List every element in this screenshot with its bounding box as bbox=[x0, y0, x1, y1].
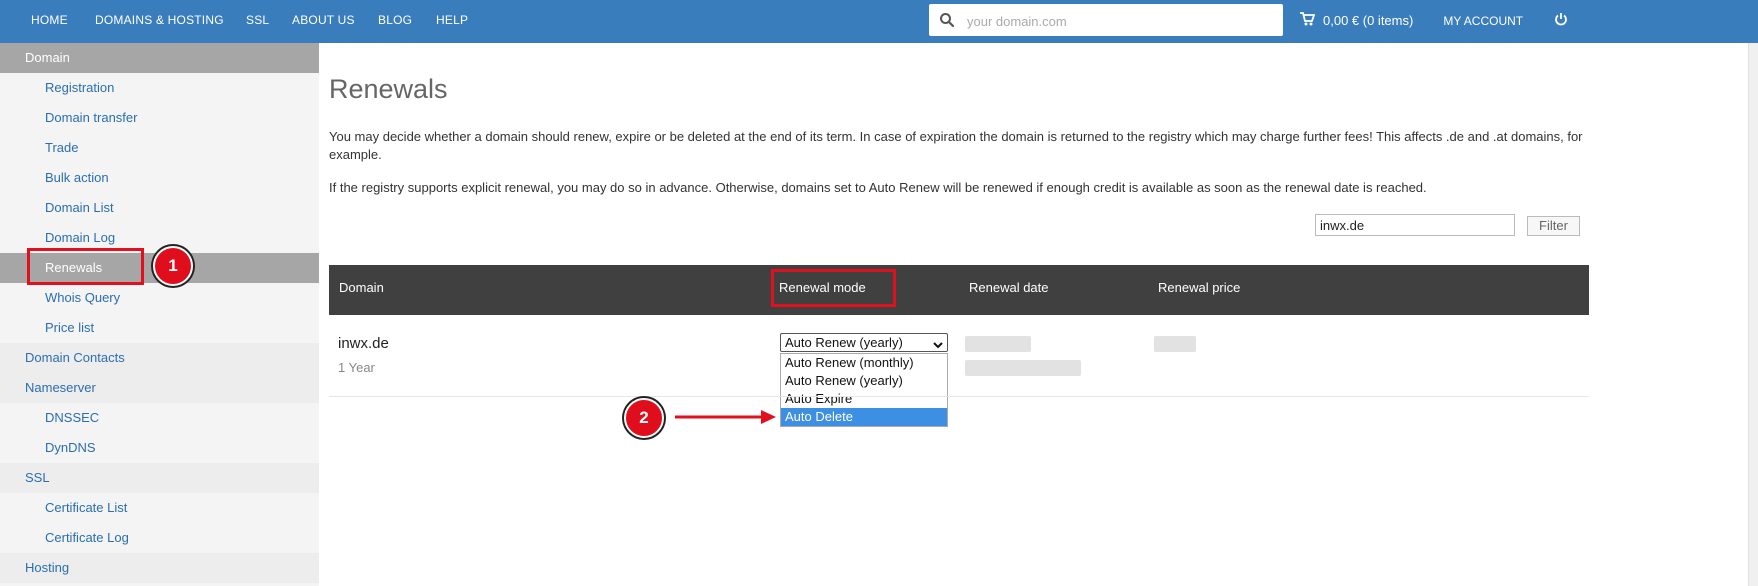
page-scrollbar[interactable] bbox=[1748, 43, 1758, 586]
cart-link[interactable]: 0,00 € (0 items) MY ACCOUNT bbox=[1300, 12, 1523, 29]
sidebar-item-price-list[interactable]: Price list bbox=[0, 313, 319, 343]
domain-search-box bbox=[929, 4, 1283, 36]
renewal-mode-selected-value: Auto Renew (yearly) bbox=[785, 335, 903, 350]
annotation-badge-1: 1 bbox=[153, 246, 193, 286]
domain-search-input[interactable] bbox=[965, 9, 1269, 33]
sidebar-item-dnssec[interactable]: DNSSEC bbox=[0, 403, 319, 433]
row-domain-term: 1 Year bbox=[338, 360, 375, 375]
filter-button[interactable]: Filter bbox=[1527, 216, 1580, 236]
nav-about-link[interactable]: ABOUT US bbox=[292, 13, 355, 27]
nav-domains-hosting-link[interactable]: DOMAINS & HOSTING bbox=[95, 13, 224, 27]
search-icon[interactable] bbox=[939, 12, 955, 33]
column-header-domain: Domain bbox=[339, 280, 384, 295]
sidebar-item-certificate-log[interactable]: Certificate Log bbox=[0, 523, 319, 553]
sidebar-item-registration[interactable]: Registration bbox=[0, 73, 319, 103]
nav-blog-link[interactable]: BLOG bbox=[378, 13, 412, 27]
chevron-down-icon bbox=[933, 337, 943, 354]
renewal-mode-dropdown: Auto Renew (monthly) Auto Renew (yearly)… bbox=[780, 353, 948, 427]
annotation-arrow-icon bbox=[675, 410, 776, 424]
row-domain-name: inwx.de bbox=[338, 335, 389, 352]
renewal-info-paragraph: If the registry supports explicit renewa… bbox=[329, 180, 1427, 195]
sidebar-item-certificate-list[interactable]: Certificate List bbox=[0, 493, 319, 523]
power-icon[interactable] bbox=[1554, 12, 1568, 31]
column-header-renewal-price: Renewal price bbox=[1158, 280, 1241, 295]
option-auto-renew-monthly[interactable]: Auto Renew (monthly) bbox=[781, 354, 947, 372]
sidebar-section-nameserver[interactable]: Nameserver bbox=[0, 373, 319, 403]
sidebar-item-trade[interactable]: Trade bbox=[0, 133, 319, 163]
sidebar-item-domain-list[interactable]: Domain List bbox=[0, 193, 319, 223]
top-navigation-bar: HOME DOMAINS & HOSTING SSL ABOUT US BLOG… bbox=[0, 0, 1758, 43]
renewal-date-redacted bbox=[965, 336, 1031, 352]
annotation-box-renewals bbox=[27, 248, 144, 285]
sidebar-section-ssl[interactable]: SSL bbox=[0, 463, 319, 493]
filter-input[interactable] bbox=[1315, 214, 1515, 236]
sidebar-section-hosting[interactable]: Hosting bbox=[0, 553, 319, 583]
my-account-link[interactable]: MY ACCOUNT bbox=[1443, 14, 1523, 28]
renewal-date-detail-redacted bbox=[965, 360, 1081, 376]
option-auto-renew-yearly[interactable]: Auto Renew (yearly) bbox=[781, 372, 947, 390]
sidebar-item-whois-query[interactable]: Whois Query bbox=[0, 283, 319, 313]
sidebar-item-dyndns[interactable]: DynDNS bbox=[0, 433, 319, 463]
nav-home-link[interactable]: HOME bbox=[31, 13, 68, 27]
option-auto-expire[interactable]: Auto Expire bbox=[781, 390, 947, 408]
cart-icon bbox=[1300, 12, 1316, 29]
nav-help-link[interactable]: HELP bbox=[436, 13, 468, 27]
sidebar: Domain Registration Domain transfer Trad… bbox=[0, 43, 319, 586]
annotation-box-renewal-mode bbox=[771, 269, 896, 307]
sidebar-section-domain-contacts[interactable]: Domain Contacts bbox=[0, 343, 319, 373]
sidebar-item-bulk-action[interactable]: Bulk action bbox=[0, 163, 319, 193]
sidebar-item-domain-transfer[interactable]: Domain transfer bbox=[0, 103, 319, 133]
renewal-price-redacted bbox=[1154, 336, 1196, 352]
annotation-badge-2: 2 bbox=[624, 398, 664, 438]
column-header-renewal-date: Renewal date bbox=[969, 280, 1049, 295]
page-title: Renewals bbox=[329, 74, 448, 104]
option-auto-delete[interactable]: Auto Delete bbox=[781, 408, 947, 426]
row-divider bbox=[329, 396, 1589, 397]
sidebar-section-domain[interactable]: Domain bbox=[0, 43, 319, 73]
table-header: Domain Renewal mode Renewal date Renewal… bbox=[329, 265, 1589, 315]
nav-ssl-link[interactable]: SSL bbox=[246, 13, 269, 27]
intro-paragraph: You may decide whether a domain should r… bbox=[329, 129, 1583, 162]
cart-total: 0,00 € (0 items) bbox=[1323, 13, 1414, 28]
renewal-mode-select[interactable]: Auto Renew (yearly) bbox=[780, 333, 948, 352]
